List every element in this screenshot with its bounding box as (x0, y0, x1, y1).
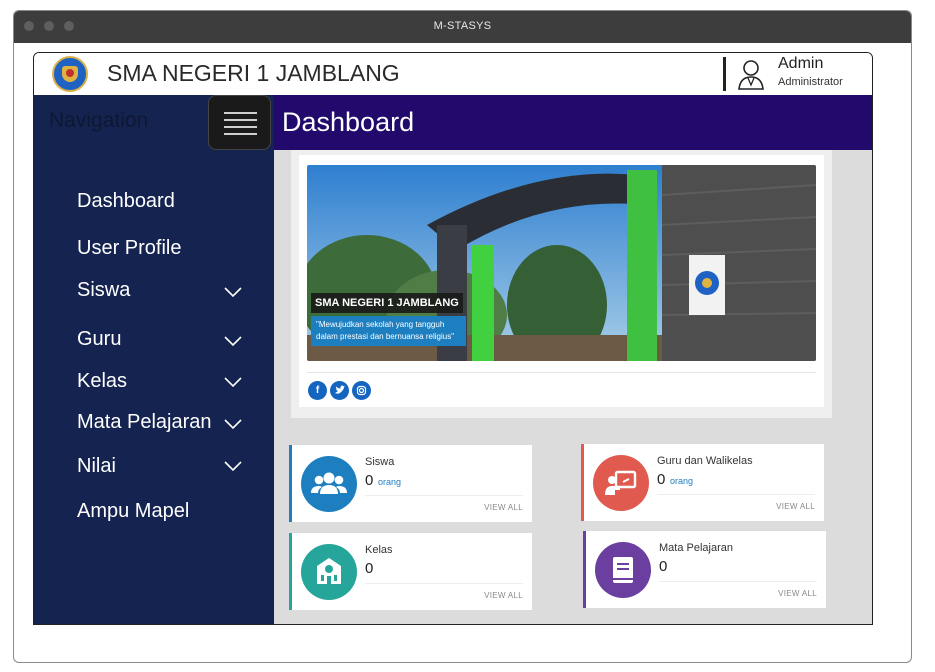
user-avatar-icon[interactable] (736, 58, 766, 90)
hero-caption-title: SMA NEGERI 1 JAMBLANG (311, 293, 463, 313)
school-logo (52, 56, 88, 92)
school-gate-photo: SMA NEGERI 1 JAMBLANG "Mewujudkan sekola… (307, 165, 816, 361)
view-all-link[interactable]: VIEW ALL (484, 503, 523, 512)
sidebar-item-user-profile[interactable]: User Profile (77, 237, 181, 260)
stat-divider (365, 495, 523, 496)
hero-divider (307, 372, 816, 373)
user-name[interactable]: Admin (778, 55, 823, 73)
sidebar-item-ampu-mapel[interactable]: Ampu Mapel (77, 500, 189, 523)
stat-value: 0 (657, 471, 666, 488)
hero-caption-motto: "Mewujudkan sekolah yang tangguh dalam p… (311, 316, 466, 346)
stat-card-siswa[interactable]: Siswa 0 orang VIEW ALL (289, 445, 532, 522)
stat-card-mata-pelajaran[interactable]: Mata Pelajaran 0 VIEW ALL (583, 531, 826, 608)
main-content: SMA NEGERI 1 JAMBLANG "Mewujudkan sekola… (274, 150, 872, 624)
chevron-down-icon[interactable] (224, 460, 242, 472)
hero-inner: SMA NEGERI 1 JAMBLANG "Mewujudkan sekola… (299, 155, 824, 407)
stat-card-guru[interactable]: Guru dan Walikelas 0 orang VIEW ALL (581, 444, 824, 521)
sidebar-item-mata-pelajaran[interactable]: Mata Pelajaran (77, 411, 212, 434)
chevron-down-icon[interactable] (224, 286, 242, 298)
app-container: SMA NEGERI 1 JAMBLANG Admin Administrato… (33, 52, 873, 625)
chevron-down-icon[interactable] (224, 335, 242, 347)
stat-unit: orang (670, 476, 694, 486)
hero-card: SMA NEGERI 1 JAMBLANG "Mewujudkan sekola… (291, 150, 832, 418)
view-all-link[interactable]: VIEW ALL (776, 502, 815, 511)
chevron-down-icon[interactable] (224, 418, 242, 430)
instagram-icon[interactable] (352, 381, 371, 400)
sidebar-item-guru[interactable]: Guru (77, 328, 121, 351)
stat-unit: orang (378, 477, 402, 487)
sidebar-item-nilai[interactable]: Nilai (77, 455, 116, 478)
stat-divider (659, 581, 817, 582)
nav-heading: Navigation (49, 109, 149, 132)
user-role: Administrator (778, 76, 843, 88)
school-name: SMA NEGERI 1 JAMBLANG (107, 60, 400, 86)
stat-value: 0 (365, 560, 374, 577)
top-header: SMA NEGERI 1 JAMBLANG Admin Administrato… (34, 53, 872, 96)
stat-divider (365, 583, 523, 584)
sidebar-item-kelas[interactable]: Kelas (77, 370, 127, 393)
chevron-down-icon[interactable] (224, 376, 242, 388)
stat-value: 0 (365, 472, 374, 489)
sidebar: Navigation Dashboard User Profile Siswa … (34, 95, 274, 624)
menu-toggle-button[interactable] (208, 95, 271, 150)
school-building-icon (301, 544, 357, 600)
users-icon (301, 456, 357, 512)
view-all-link[interactable]: VIEW ALL (484, 591, 523, 600)
sidebar-item-siswa[interactable]: Siswa (77, 279, 130, 302)
stat-label: Guru dan Walikelas (657, 455, 753, 467)
twitter-icon[interactable] (330, 381, 349, 400)
page-title: Dashboard (282, 107, 415, 137)
stat-value: 0 (659, 558, 668, 575)
stat-label: Kelas (365, 544, 393, 556)
stat-label: Mata Pelajaran (659, 542, 733, 554)
window-title: M-STASYS (433, 20, 492, 32)
stat-divider (657, 494, 815, 495)
teacher-board-icon (593, 455, 649, 511)
facebook-icon[interactable]: f (308, 381, 327, 400)
sidebar-item-dashboard[interactable]: Dashboard (77, 190, 175, 213)
window-titlebar: M-STASYS (14, 11, 911, 43)
book-icon (595, 542, 651, 598)
stat-label: Siswa (365, 456, 395, 468)
stat-card-kelas[interactable]: Kelas 0 VIEW ALL (289, 533, 532, 610)
page-header: Dashboard (274, 95, 872, 150)
view-all-link[interactable]: VIEW ALL (778, 589, 817, 598)
header-divider (723, 57, 726, 91)
